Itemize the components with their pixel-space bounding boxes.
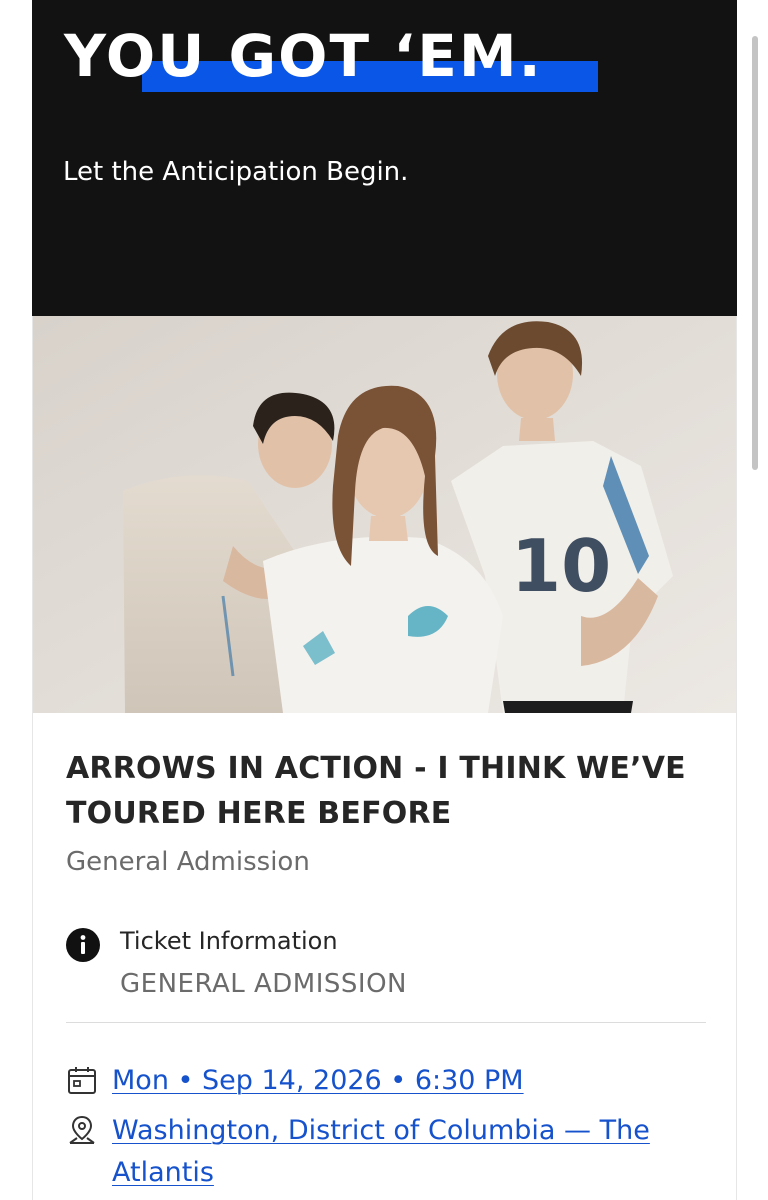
location-pin-icon [69,1115,95,1144]
section-divider [66,1022,706,1023]
info-icon [66,928,100,962]
event-date-link[interactable]: Mon • Sep 14, 2026 • 6:30 PM [112,1060,524,1102]
hero-subtitle: Let the Anticipation Begin. [63,157,409,187]
hero-title: YOU GOT ‘EM. [64,22,543,90]
band-photo-illustration: 10 [33,316,736,713]
calendar-icon [68,1067,96,1094]
event-venue-link[interactable]: Washington, District of Columbia — The A… [112,1110,702,1194]
ticket-confirmation-page: YOU GOT ‘EM. Let the Anticipation Begin. [0,0,768,1200]
event-date-row[interactable]: Mon • Sep 14, 2026 • 6:30 PM [66,1060,706,1100]
ticket-information-label: Ticket Information [120,927,338,955]
admission-type: General Admission [66,847,310,877]
hero-title-block: YOU GOT ‘EM. [64,24,604,94]
svg-text:10: 10 [511,524,611,608]
ticket-information-row[interactable]: Ticket Information GENERAL ADMISSION [66,924,706,1004]
event-venue-row[interactable]: Washington, District of Columbia — The A… [66,1110,706,1200]
scrollbar-thumb[interactable] [752,36,758,470]
ticket-information-value: GENERAL ADMISSION [120,969,407,999]
event-photo: 10 [33,316,736,713]
confirmation-banner: YOU GOT ‘EM. Let the Anticipation Begin. [32,0,737,316]
event-title: ARROWS IN ACTION - I THINK WE’VE TOURED … [66,751,686,831]
event-details: ARROWS IN ACTION - I THINK WE’VE TOURED … [66,746,706,1188]
event-card: 10 ARROWS IN ACTION - I THINK WE’VE TOUR… [32,316,737,1200]
